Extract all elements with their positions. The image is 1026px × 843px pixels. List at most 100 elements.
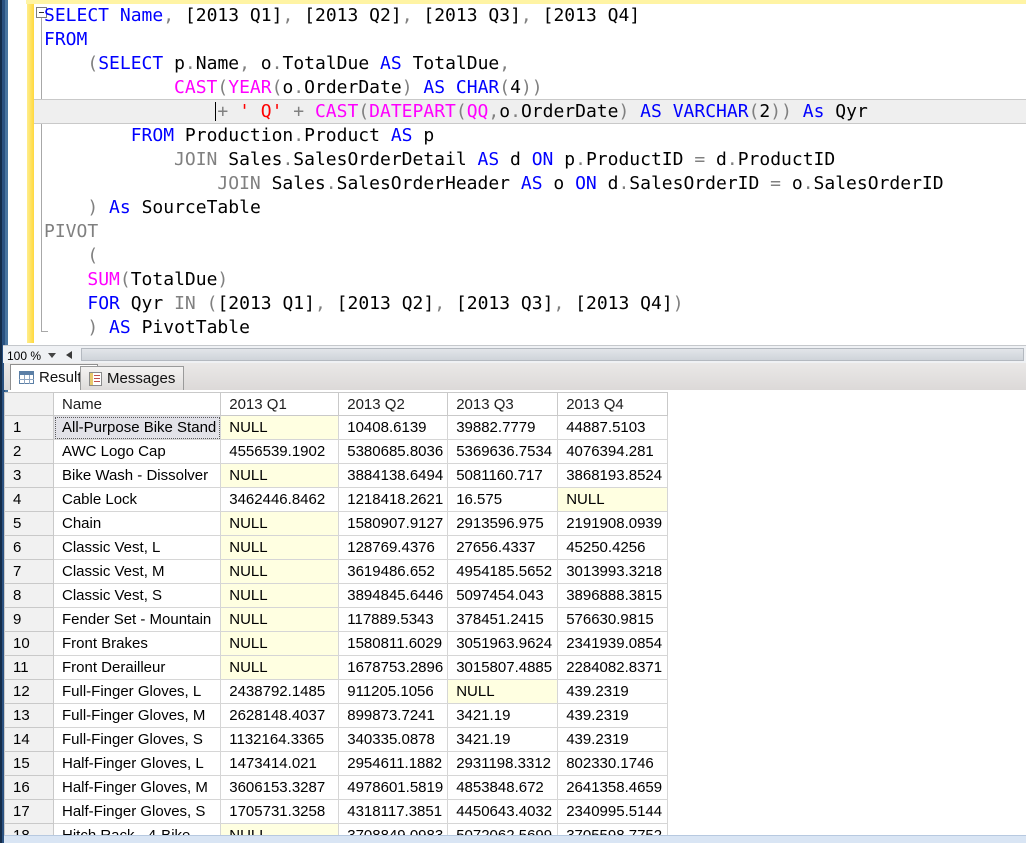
grid-cell[interactable]: 4853848.672 [448, 776, 558, 800]
grid-cell[interactable]: 5097454.043 [448, 584, 558, 608]
row-number-cell[interactable]: 10 [5, 632, 54, 656]
column-header[interactable]: 2013 Q2 [339, 393, 448, 416]
code-line[interactable]: FROM [44, 28, 1026, 52]
code-line[interactable]: SUM(TotalDue) [44, 268, 1026, 292]
grid-cell[interactable]: 128769.4376 [339, 536, 448, 560]
row-number-cell[interactable]: 13 [5, 704, 54, 728]
grid-cell[interactable]: Classic Vest, S [54, 584, 221, 608]
row-number-cell[interactable]: 4 [5, 488, 54, 512]
grid-cell[interactable]: 2628148.4037 [221, 704, 339, 728]
row-number-cell[interactable]: 16 [5, 776, 54, 800]
row-number-cell[interactable]: 12 [5, 680, 54, 704]
grid-corner-header[interactable] [5, 393, 54, 416]
code-line[interactable]: JOIN Sales.SalesOrderDetail AS d ON p.Pr… [44, 148, 1026, 172]
grid-cell[interactable]: 1705731.3258 [221, 800, 339, 824]
column-header[interactable]: 2013 Q3 [448, 393, 558, 416]
row-number-cell[interactable]: 3 [5, 464, 54, 488]
grid-cell[interactable]: 3606153.3287 [221, 776, 339, 800]
grid-cell[interactable]: All-Purpose Bike Stand [54, 416, 221, 440]
grid-cell[interactable]: 4954185.5652 [448, 560, 558, 584]
grid-cell[interactable]: Front Derailleur [54, 656, 221, 680]
grid-cell[interactable]: NULL [221, 512, 339, 536]
grid-cell[interactable]: 439.2319 [558, 728, 668, 752]
grid-cell[interactable]: 1678753.2896 [339, 656, 448, 680]
grid-cell[interactable]: Cable Lock [54, 488, 221, 512]
grid-cell[interactable]: 576630.9815 [558, 608, 668, 632]
grid-cell[interactable]: 802330.1746 [558, 752, 668, 776]
grid-cell[interactable]: 4450643.4032 [448, 800, 558, 824]
grid-cell[interactable]: Chain [54, 512, 221, 536]
grid-cell[interactable]: 2340995.5144 [558, 800, 668, 824]
grid-cell[interactable]: Front Brakes [54, 632, 221, 656]
grid-cell[interactable]: 5081160.717 [448, 464, 558, 488]
grid-cell[interactable]: 1580907.9127 [339, 512, 448, 536]
grid-cell[interactable]: 911205.1056 [339, 680, 448, 704]
code-line[interactable]: ) AS PivotTable [44, 316, 1026, 340]
code-line[interactable]: FROM Production.Product AS p [44, 124, 1026, 148]
grid-cell[interactable]: 2341939.0854 [558, 632, 668, 656]
code-line[interactable]: SELECT Name, [2013 Q1], [2013 Q2], [2013… [44, 4, 1026, 28]
row-number-cell[interactable]: 9 [5, 608, 54, 632]
grid-cell[interactable]: 27656.4337 [448, 536, 558, 560]
code-line[interactable]: CAST(YEAR(o.OrderDate) AS CHAR(4)) [44, 76, 1026, 100]
grid-cell[interactable]: Half-Finger Gloves, L [54, 752, 221, 776]
grid-cell[interactable]: Bike Wash - Dissolver [54, 464, 221, 488]
row-number-cell[interactable]: 17 [5, 800, 54, 824]
row-number-cell[interactable]: 1 [5, 416, 54, 440]
grid-cell[interactable]: 1132164.3365 [221, 728, 339, 752]
code-line[interactable]: JOIN Sales.SalesOrderHeader AS o ON d.Sa… [44, 172, 1026, 196]
grid-cell[interactable]: Half-Finger Gloves, M [54, 776, 221, 800]
grid-cell[interactable]: NULL [558, 488, 668, 512]
row-number-cell[interactable]: 8 [5, 584, 54, 608]
grid-cell[interactable]: 2438792.1485 [221, 680, 339, 704]
grid-cell[interactable]: Full-Finger Gloves, S [54, 728, 221, 752]
row-number-cell[interactable]: 14 [5, 728, 54, 752]
grid-cell[interactable]: Full-Finger Gloves, M [54, 704, 221, 728]
row-number-cell[interactable]: 11 [5, 656, 54, 680]
code-line[interactable]: ( [44, 244, 1026, 268]
horizontal-scrollbar-thumb[interactable] [81, 348, 1024, 361]
grid-cell[interactable]: 45250.4256 [558, 536, 668, 560]
code-area[interactable]: SELECT Name, [2013 Q1], [2013 Q2], [2013… [8, 4, 1026, 340]
grid-cell[interactable]: 3462446.8462 [221, 488, 339, 512]
grid-cell[interactable]: NULL [221, 656, 339, 680]
grid-cell[interactable]: 4556539.1902 [221, 440, 339, 464]
grid-cell[interactable]: 3015807.4885 [448, 656, 558, 680]
grid-cell[interactable]: 3896888.3815 [558, 584, 668, 608]
column-header[interactable]: 2013 Q4 [558, 393, 668, 416]
sql-editor[interactable]: SELECT Name, [2013 Q1], [2013 Q2], [2013… [8, 0, 1026, 345]
grid-cell[interactable]: NULL [448, 680, 558, 704]
row-number-cell[interactable]: 2 [5, 440, 54, 464]
grid-cell[interactable]: 2954611.1882 [339, 752, 448, 776]
grid-cell[interactable]: Full-Finger Gloves, L [54, 680, 221, 704]
row-number-cell[interactable]: 5 [5, 512, 54, 536]
grid-cell[interactable]: Classic Vest, M [54, 560, 221, 584]
zoom-level-select[interactable]: 100 % [4, 347, 58, 363]
column-header[interactable]: Name [54, 393, 221, 416]
grid-cell[interactable]: 3868193.8524 [558, 464, 668, 488]
grid-cell[interactable]: 117889.5343 [339, 608, 448, 632]
code-line[interactable]: FOR Qyr IN ([2013 Q1], [2013 Q2], [2013 … [44, 292, 1026, 316]
grid-cell[interactable]: 340335.0878 [339, 728, 448, 752]
grid-cell[interactable]: 439.2319 [558, 704, 668, 728]
grid-cell[interactable]: 5380685.8036 [339, 440, 448, 464]
tab-messages[interactable]: Messages [80, 366, 184, 390]
grid-cell[interactable]: 1580811.6029 [339, 632, 448, 656]
code-line[interactable]: ) As SourceTable [44, 196, 1026, 220]
grid-cell[interactable]: 2284082.8371 [558, 656, 668, 680]
grid-cell[interactable]: Fender Set - Mountain [54, 608, 221, 632]
code-line[interactable]: + ' Q' + CAST(DATEPART(QQ,o.OrderDate) A… [44, 100, 1026, 124]
grid-cell[interactable]: NULL [221, 608, 339, 632]
grid-cell[interactable]: Classic Vest, L [54, 536, 221, 560]
grid-hscrollbar-edge[interactable] [4, 835, 1026, 843]
grid-cell[interactable]: 378451.2415 [448, 608, 558, 632]
grid-cell[interactable]: 3619486.652 [339, 560, 448, 584]
grid-cell[interactable]: NULL [221, 584, 339, 608]
grid-cell[interactable]: 2641358.4659 [558, 776, 668, 800]
grid-cell[interactable]: 3051963.9624 [448, 632, 558, 656]
column-header[interactable]: 2013 Q1 [221, 393, 339, 416]
grid-cell[interactable]: 1473414.021 [221, 752, 339, 776]
grid-cell[interactable]: AWC Logo Cap [54, 440, 221, 464]
grid-cell[interactable]: Half-Finger Gloves, S [54, 800, 221, 824]
row-number-cell[interactable]: 15 [5, 752, 54, 776]
